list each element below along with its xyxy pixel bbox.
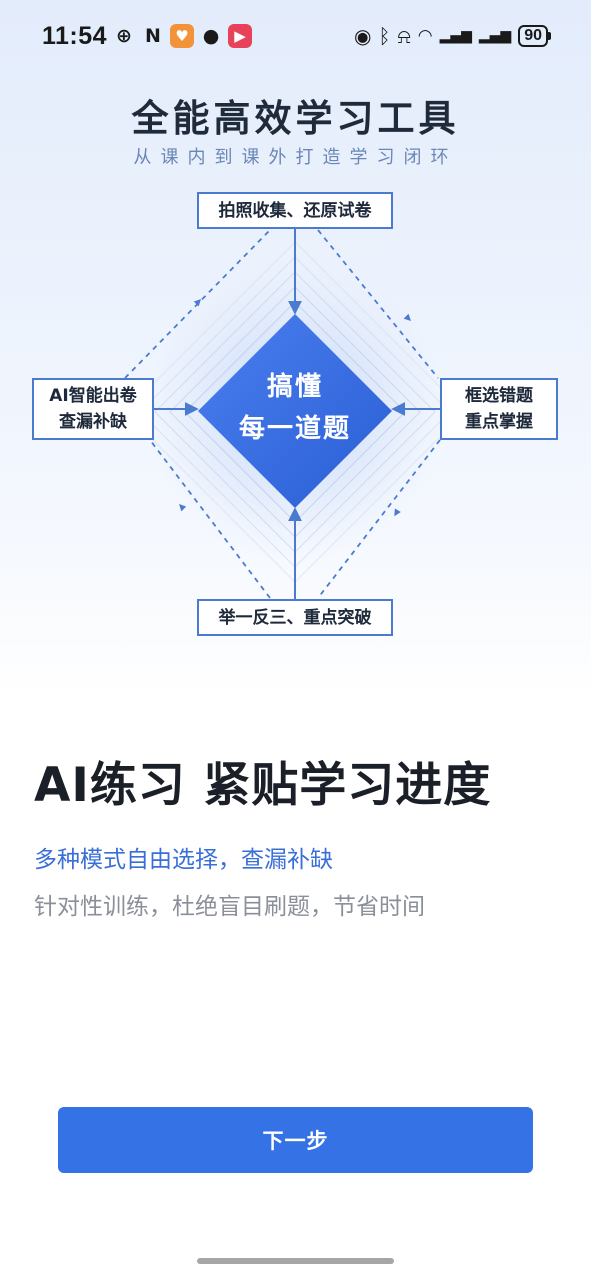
mute-bell-icon: ⍾ (397, 24, 411, 48)
signal-5g-2-icon: ▂▄▆ (478, 28, 512, 44)
wifi-icon: ◠ (417, 26, 433, 46)
feature-description: 针对性训练，杜绝盲目刷题，节省时间 (34, 894, 425, 920)
speed-icon: ⊕ (116, 25, 132, 47)
battery-level: 90 (518, 25, 548, 47)
step-ai-paper-line2: 查漏补缺 (58, 412, 127, 432)
step-select-wrong-line1: 框选错题 (465, 386, 533, 406)
status-time: 11:54 (42, 22, 108, 50)
hero-title: 全能高效学习工具 (131, 97, 460, 140)
next-step-button[interactable]: 下一步 (58, 1107, 533, 1173)
step-photo-collect-label: 拍照收集、还原试卷 (197, 192, 393, 229)
step-ai-paper-label: AI智能出卷 查漏补缺 (32, 378, 154, 440)
status-bar: 11:54 ⊕ N ♥ ● ▶ ◉ ᛒ ⍾ ◠ ▂▄▆ ▂▄▆ 90 (0, 0, 591, 76)
home-indicator[interactable] (197, 1258, 394, 1264)
center-text-line1: 搞懂 (266, 372, 323, 402)
alarm-icon: ◉ (354, 24, 372, 48)
hero-subtitle: 从课内到课外打造学习闭环 (133, 147, 458, 168)
notification-icons: ⊕ N ♥ ● ▶ (112, 24, 252, 48)
video-play-icon: ▶ (228, 24, 252, 48)
battery-icon: 90 (518, 25, 551, 47)
system-status-icons: ◉ ᛒ ⍾ ◠ ▂▄▆ ▂▄▆ 90 (354, 24, 551, 48)
app-heart-icon: ♥ (170, 24, 194, 48)
center-text-line2: 每一道题 (238, 414, 351, 444)
step-select-wrong-label: 框选错题 重点掌握 (440, 378, 558, 440)
center-diamond-text: 搞懂 每一道题 (195, 366, 395, 450)
feature-highlight: 多种模式自由选择，查漏补缺 (34, 847, 333, 873)
signal-5g-1-icon: ▂▄▆ (439, 28, 472, 44)
step-select-wrong-line2: 重点掌握 (465, 412, 533, 432)
feature-heading: AI练习 紧贴学习进度 (34, 758, 492, 813)
step-breakthrough-label: 举一反三、重点突破 (197, 599, 393, 636)
wechat-icon: ● (202, 25, 220, 47)
nfc-icon: N (145, 25, 161, 47)
step-ai-paper-line1: AI智能出卷 (49, 386, 137, 406)
bluetooth-icon: ᛒ (378, 24, 391, 48)
